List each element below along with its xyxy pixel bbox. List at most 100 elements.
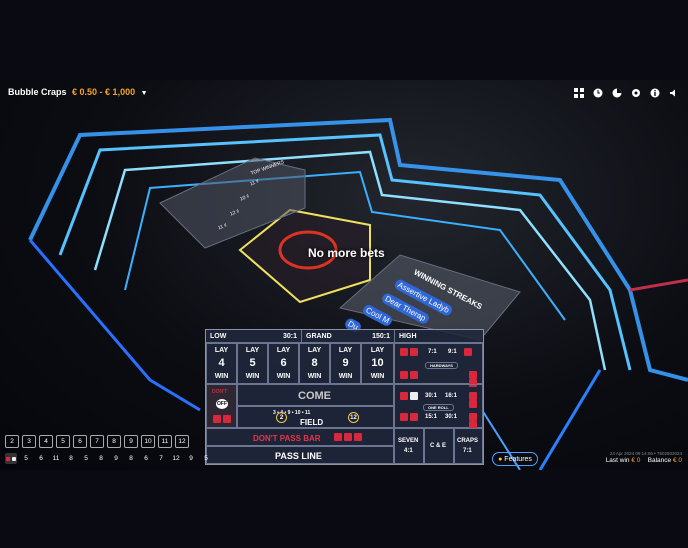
grand-bet[interactable]: GRAND 150:1 [301, 330, 394, 343]
field-bet[interactable]: 3 • 4 • 9 • 10 • 11 FIELD 2 12 [237, 406, 394, 428]
roll-result: 8 [99, 455, 103, 462]
number-label: 8 [311, 357, 318, 369]
roll-history: 5 6 11 8 5 8 9 8 6 7 12 9 5 [5, 453, 212, 464]
dice-pair-icon [212, 415, 232, 423]
features-icon: ● [498, 455, 503, 463]
number-label: 4 [218, 357, 225, 369]
hard-odds: 7:1 [428, 349, 437, 355]
dont-pass-label: DON'T PASS BAR [253, 434, 321, 443]
craps-bet[interactable]: CRAPS 7:1 [454, 428, 483, 464]
info-icon[interactable] [647, 86, 663, 100]
roll-result: 9 [114, 455, 118, 462]
number-label: 10 [371, 357, 384, 369]
history-filter-button[interactable]: 7 [90, 435, 104, 448]
win-label: WIN [338, 373, 353, 380]
history-filter-button[interactable]: 12 [175, 435, 189, 448]
dice-pair-icon[interactable] [399, 371, 419, 379]
features-button[interactable]: ● Features [492, 452, 538, 466]
lay-label: LAY [214, 347, 229, 354]
top-bar [0, 0, 688, 80]
number-label: 6 [280, 357, 287, 369]
dice-pair-icon[interactable] [463, 392, 482, 408]
come-bet[interactable]: COME [237, 384, 394, 406]
win-label: WIN [370, 373, 385, 380]
low-bet[interactable]: LOW 30:1 [206, 330, 301, 343]
grand-label: GRAND [306, 333, 332, 340]
latest-roll-dice-icon [5, 453, 17, 464]
field-label: FIELD [300, 418, 324, 427]
history-filter-button[interactable]: 6 [73, 435, 87, 448]
grid-icon[interactable] [571, 86, 587, 100]
game-title[interactable]: Bubble Craps € 0.50 - € 1,000 ▼ [8, 87, 148, 97]
history-filter-button[interactable]: 9 [124, 435, 138, 448]
lay-4[interactable]: LAY 4 WIN [206, 343, 237, 384]
roll-result: 5 [84, 455, 88, 462]
dice-pair-icon[interactable] [399, 348, 419, 356]
history-filter-button[interactable]: 3 [22, 435, 36, 448]
pass-line-label: PASS LINE [275, 451, 322, 461]
field-2-label: 2 [276, 412, 287, 423]
timestamp: 24 Apr 2024 09:14:06 • 7502502024 [609, 451, 682, 456]
history-filter-button[interactable]: 5 [56, 435, 70, 448]
one-roll-label: ONE ROLL [423, 404, 454, 411]
stats-icon[interactable] [609, 86, 625, 100]
roll-odds: 16:1 [445, 393, 458, 399]
history-icon[interactable] [590, 86, 606, 100]
win-label: WIN [214, 373, 229, 380]
wallet: Last win € 0 Balance € 0 [606, 457, 682, 464]
last-win-value: € 0 [631, 457, 641, 464]
grand-odds: 150:1 [372, 333, 390, 340]
lay-9[interactable]: LAY 9 WIN [330, 343, 361, 384]
craps-label: CRAPS [457, 438, 479, 444]
win-label: WIN [307, 373, 322, 380]
hard-odds: 9:1 [448, 349, 457, 355]
history-filter-button[interactable]: 2 [5, 435, 19, 448]
craps-odds: 7:1 [463, 448, 472, 454]
ce-label: C & E [430, 443, 447, 449]
roll-result: 8 [69, 455, 73, 462]
lay-8[interactable]: LAY 8 WIN [299, 343, 330, 384]
high-bet[interactable]: HIGH [394, 330, 483, 343]
history-filter-button[interactable]: 10 [141, 435, 155, 448]
lay-5[interactable]: LAY 5 WIN [237, 343, 268, 384]
number-label: 9 [342, 357, 349, 369]
last-win-label: Last win [605, 457, 630, 464]
balance-label: Balance [647, 457, 672, 464]
history-filter-button[interactable]: 11 [158, 435, 172, 448]
lay-label: LAY [307, 347, 322, 354]
history-filter-button[interactable]: 4 [39, 435, 53, 448]
seven-bet[interactable]: SEVEN 4:1 [394, 428, 424, 464]
pass-line-bet[interactable]: PASS LINE [206, 446, 394, 464]
roll-result: 5 [24, 455, 28, 462]
chevron-down-icon[interactable]: ▼ [141, 90, 148, 97]
high-label: HIGH [399, 333, 417, 340]
lay-label: LAY [370, 347, 385, 354]
dice-pair-icon[interactable] [399, 413, 419, 421]
lay-label: LAY [245, 347, 260, 354]
status-message: No more bets [308, 246, 385, 260]
roll-result: 6 [39, 455, 43, 462]
settings-icon[interactable] [628, 86, 644, 100]
number-label: 5 [249, 357, 256, 369]
roll-result: 9 [189, 455, 193, 462]
win-label: WIN [245, 373, 260, 380]
number-filter-row: 2 3 4 5 6 7 8 9 10 11 12 [5, 435, 189, 448]
volume-icon[interactable] [666, 86, 682, 100]
dont-come-bet[interactable]: DON'T OFF [206, 384, 237, 428]
come-label: COME [298, 390, 331, 402]
dont-pass-bet[interactable]: DON'T PASS BAR [206, 428, 394, 446]
roll-result: 5 [204, 455, 208, 462]
dice-pair-icon[interactable] [463, 348, 473, 356]
lay-6[interactable]: LAY 6 WIN [268, 343, 299, 384]
lay-10[interactable]: LAY 10 WIN [361, 343, 394, 384]
dice-pair-icon[interactable] [399, 392, 419, 400]
roll-odds: 15:1 [425, 414, 438, 420]
toolbar [571, 86, 682, 100]
hardways-label: HARDWAYS [425, 362, 458, 369]
dice-pair-icon[interactable] [463, 413, 482, 429]
features-label: Features [504, 455, 532, 463]
roll-odds: 30:1 [445, 414, 458, 420]
ce-bet[interactable]: C & E [424, 428, 454, 464]
history-filter-button[interactable]: 8 [107, 435, 121, 448]
bet-limits: € 0.50 - € 1,000 [72, 87, 136, 97]
